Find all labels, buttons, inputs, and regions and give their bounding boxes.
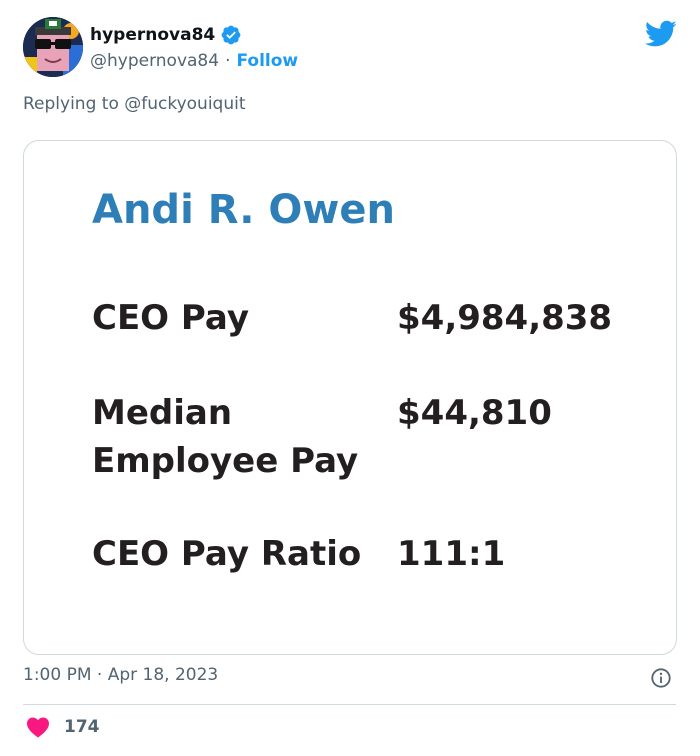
median-pay-label-line1: Median — [92, 393, 233, 433]
author-name-row[interactable]: hypernova84 — [90, 22, 242, 48]
tweet: hypernova84 @hypernova84 · Follow Replyi… — [0, 0, 700, 756]
like-button[interactable]: 174 — [26, 716, 100, 738]
pay-ratio-label: CEO Pay Ratio — [92, 534, 362, 574]
verified-badge-icon — [221, 25, 241, 45]
pay-ratio-value: 111:1 — [397, 534, 506, 574]
tweet-date: Apr 18, 2023 — [107, 665, 219, 685]
avatar-image — [23, 17, 83, 77]
follow-button[interactable]: Follow — [236, 51, 298, 71]
reply-mention[interactable]: @fuckyouiquit — [124, 94, 245, 114]
handle-row: @hypernova84 · Follow — [90, 49, 298, 73]
tweet-time: 1:00 PM — [23, 665, 92, 685]
display-name[interactable]: hypernova84 — [90, 25, 215, 45]
embedded-image-card[interactable]: Andi R. Owen CEO Pay $4,984,838 Median E… — [23, 140, 677, 655]
handle[interactable]: @hypernova84 — [90, 51, 219, 71]
median-pay-label-line2: Employee Pay — [92, 441, 359, 481]
info-icon[interactable] — [650, 667, 672, 689]
replying-prefix: Replying to — [23, 94, 119, 114]
tweet-timestamp[interactable]: 1:00 PM · Apr 18, 2023 — [23, 665, 218, 685]
twitter-bird-icon[interactable] — [645, 20, 677, 48]
heart-icon — [27, 717, 49, 738]
card-title: Andi R. Owen — [92, 187, 395, 233]
replying-to: Replying to @fuckyouiquit — [23, 94, 246, 114]
median-pay-value: $44,810 — [397, 393, 552, 433]
avatar[interactable] — [23, 17, 83, 77]
ceo-pay-value: $4,984,838 — [397, 298, 613, 338]
ceo-pay-label: CEO Pay — [92, 298, 249, 338]
divider — [23, 704, 676, 705]
dot-separator: · — [225, 51, 231, 71]
timestamp-separator: · — [96, 665, 103, 685]
like-count: 174 — [64, 717, 100, 737]
